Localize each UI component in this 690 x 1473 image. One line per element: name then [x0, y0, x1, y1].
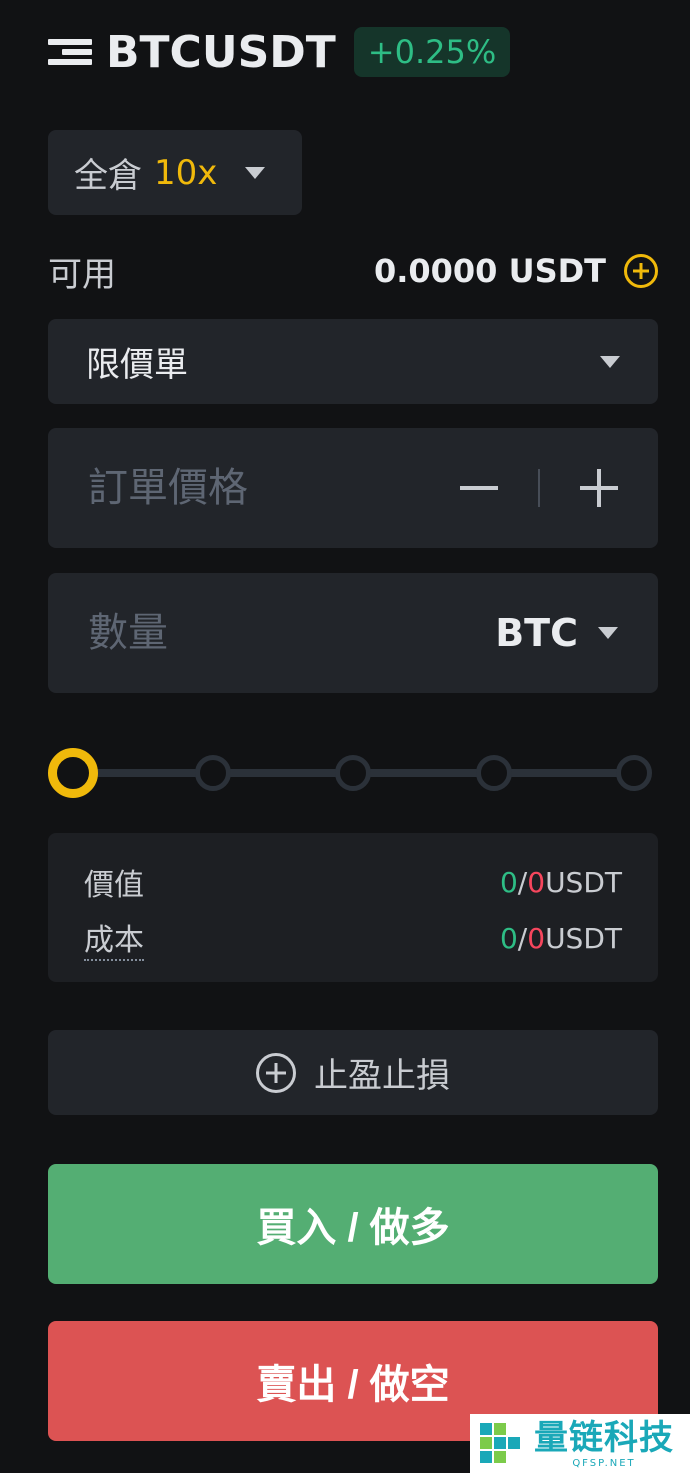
leverage-label: 10x: [154, 152, 218, 193]
minus-icon[interactable]: [460, 486, 498, 490]
quantity-input[interactable]: [88, 610, 388, 656]
tp-sl-button[interactable]: 止盈止損: [48, 1030, 658, 1115]
order-summary: 價值 0/0USDT 成本 0/0USDT: [48, 833, 658, 982]
price-field: [48, 428, 658, 548]
available-label: 可用: [48, 254, 116, 295]
available-value: 0.0000 USDT: [373, 252, 606, 290]
quantity-unit-label: BTC: [495, 611, 578, 655]
slider-stop[interactable]: [195, 755, 231, 791]
order-type-label: 限價單: [86, 345, 188, 385]
slider-stop[interactable]: [616, 755, 652, 791]
summary-label[interactable]: 成本: [84, 915, 144, 961]
caret-down-icon: [600, 355, 620, 368]
margin-mode-label: 全倉: [74, 156, 142, 196]
quantity-unit-select[interactable]: BTC: [495, 611, 618, 655]
caret-down-icon: [598, 627, 618, 639]
order-type-select[interactable]: 限價單: [48, 319, 658, 404]
summary-value: 0/0USDT: [499, 921, 622, 955]
quantity-slider[interactable]: [48, 748, 654, 798]
summary-row-cost: 成本 0/0USDT: [84, 915, 622, 961]
add-funds-icon[interactable]: [624, 254, 658, 288]
summary-label: 價值: [84, 868, 144, 903]
slider-stop[interactable]: [476, 755, 512, 791]
available-balance-row: 可用 0.0000 USDT: [48, 246, 658, 296]
symbol-title[interactable]: BTCUSDT: [106, 27, 336, 78]
stepper-divider: [538, 469, 540, 507]
price-stepper: [460, 469, 618, 507]
tp-sl-label: 止盈止損: [314, 1056, 450, 1096]
watermark-text: 量链科技: [534, 1417, 674, 1458]
price-input[interactable]: [88, 465, 388, 511]
price-change-badge: +0.25%: [353, 27, 511, 77]
summary-value: 0/0USDT: [499, 865, 622, 899]
plus-icon[interactable]: [580, 469, 618, 507]
slider-thumb[interactable]: [48, 748, 98, 798]
watermark-logo: 量链科技 QFSP.NET: [470, 1414, 690, 1473]
plus-circle-icon: [256, 1052, 296, 1093]
margin-leverage-button[interactable]: 全倉 10x: [48, 130, 302, 215]
summary-row-value: 價值 0/0USDT: [84, 859, 622, 905]
slider-stop[interactable]: [335, 755, 371, 791]
buy-long-button[interactable]: 買入 / 做多: [48, 1164, 658, 1284]
quantity-field: BTC: [48, 573, 658, 693]
menu-icon[interactable]: [48, 32, 92, 72]
caret-down-icon: [245, 166, 266, 179]
header: BTCUSDT +0.25%: [48, 24, 511, 80]
watermark-subtext: QFSP.NET: [572, 1457, 636, 1469]
watermark-logo-icon: [476, 1419, 526, 1469]
